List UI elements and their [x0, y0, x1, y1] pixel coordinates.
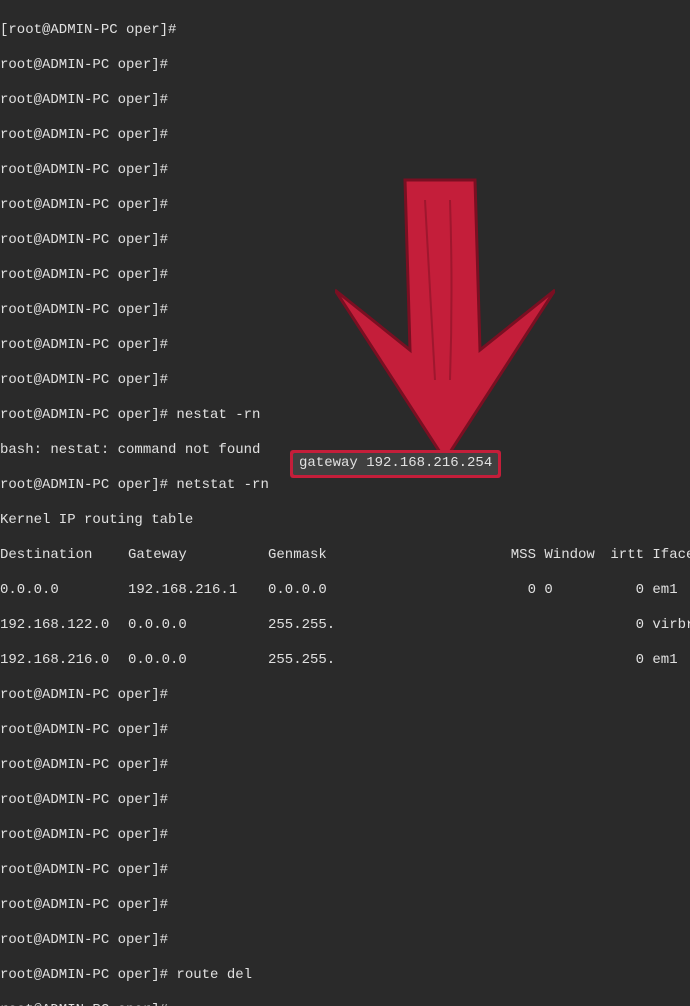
prompt-line: root@ADMIN-PC oper]#: [0, 792, 690, 810]
prompt-line: root@ADMIN-PC oper]#: [0, 1002, 690, 1006]
header-genmask: Genmask: [268, 547, 496, 565]
highlight-label: gateway: [299, 455, 358, 471]
prompt-line: [root@ADMIN-PC oper]#: [0, 22, 690, 40]
prompt-line: root@ADMIN-PC oper]#: [0, 337, 690, 355]
command-text: route del: [168, 967, 260, 983]
prompt-line: root@ADMIN-PC oper]#: [0, 372, 690, 390]
prompt-line: root@ADMIN-PC oper]#: [0, 57, 690, 75]
prompt-line: root@ADMIN-PC oper]#: [0, 827, 690, 845]
prompt-line: root@ADMIN-PC oper]#: [0, 757, 690, 775]
prompt-line: root@ADMIN-PC oper]#: [0, 897, 690, 915]
prompt-line: root@ADMIN-PC oper]#: [0, 722, 690, 740]
command-line: root@ADMIN-PC oper]# nestat -rn: [0, 407, 690, 425]
routing-table-row: 192.168.216.00.0.0.0255.255.0 em1: [0, 652, 690, 670]
header-irtt: irtt: [600, 547, 644, 565]
prompt-line: root@ADMIN-PC oper]#: [0, 932, 690, 950]
header-window: Window: [536, 547, 600, 565]
prompt-line: root@ADMIN-PC oper]#: [0, 232, 690, 250]
terminal-output[interactable]: [root@ADMIN-PC oper]# root@ADMIN-PC oper…: [0, 0, 690, 1006]
prompt-line: root@ADMIN-PC oper]#: [0, 687, 690, 705]
prompt-line: root@ADMIN-PC oper]#: [0, 302, 690, 320]
command-text: netstat -rn: [168, 477, 269, 493]
highlight-ip: 192.168.216.254: [358, 455, 492, 471]
prompt-line: root@ADMIN-PC oper]#: [0, 92, 690, 110]
prompt-line: root@ADMIN-PC oper]#: [0, 162, 690, 180]
routing-table-row: 192.168.122.00.0.0.0255.255.0 virbr: [0, 617, 690, 635]
prompt-line: root@ADMIN-PC oper]#: [0, 267, 690, 285]
prompt-line: root@ADMIN-PC oper]#: [0, 862, 690, 880]
command-line: root@ADMIN-PC oper]# netstat -rn: [0, 477, 690, 495]
prompt-line: root@ADMIN-PC oper]#: [0, 197, 690, 215]
header-gateway: Gateway: [128, 547, 268, 565]
gateway-highlight-callout: gateway 192.168.216.254: [290, 450, 501, 478]
prompt-line: root@ADMIN-PC oper]#: [0, 127, 690, 145]
command-text: nestat -rn: [168, 407, 260, 423]
table-title: Kernel IP routing table: [0, 512, 690, 530]
header-destination: Destination: [0, 547, 128, 565]
command-line: root@ADMIN-PC oper]# route del: [0, 967, 690, 985]
header-iface: Iface: [644, 547, 690, 565]
header-mss: MSS: [496, 547, 536, 565]
routing-table-header: DestinationGatewayGenmaskMSS Windowirtt …: [0, 547, 690, 565]
routing-table-row: 0.0.0.0192.168.216.10.0.0.00 00 em1: [0, 582, 690, 600]
